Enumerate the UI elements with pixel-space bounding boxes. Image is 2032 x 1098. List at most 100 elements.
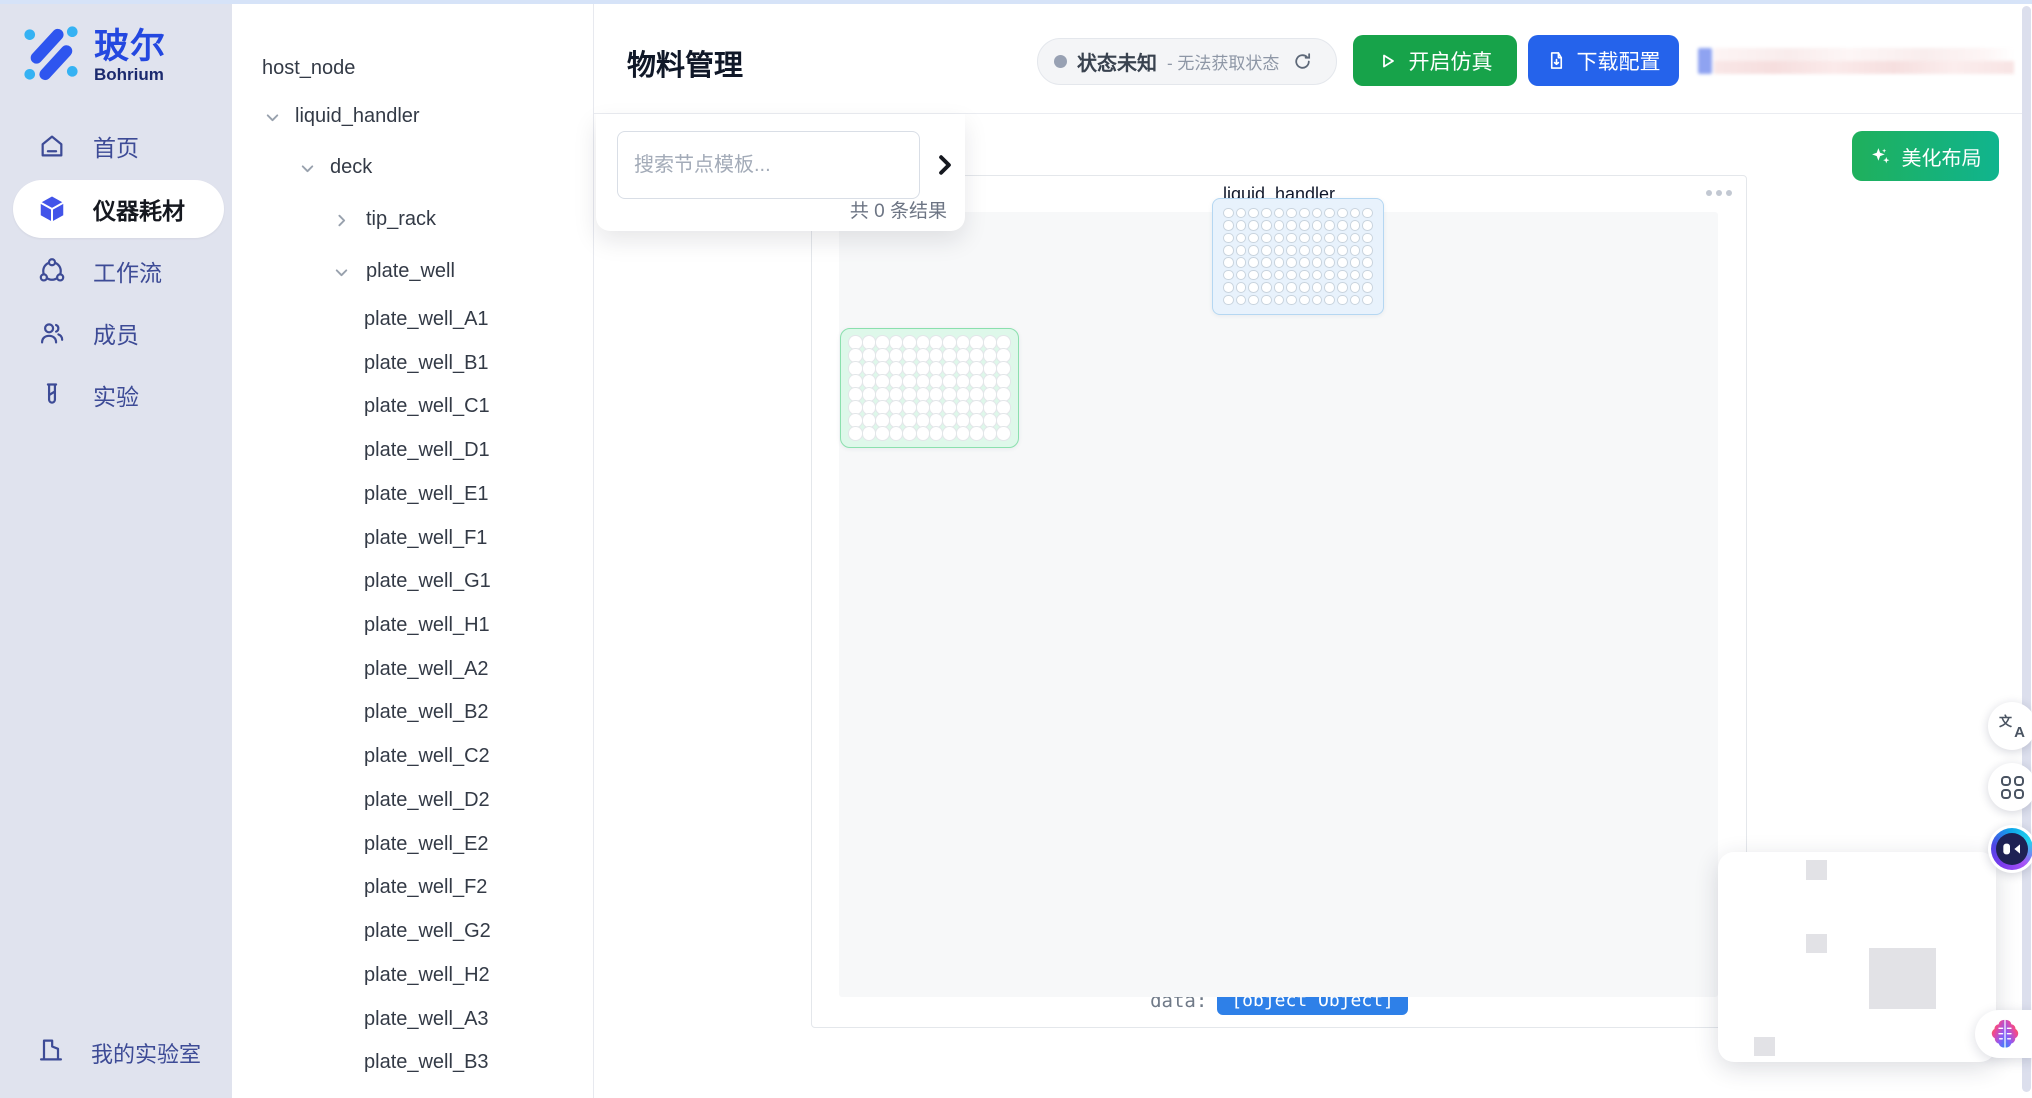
tree-item-plate_well_F2[interactable]: plate_well_F2 (232, 866, 593, 910)
tree-item-plate_well_E1[interactable]: plate_well_E1 (232, 473, 593, 517)
well (1337, 220, 1348, 231)
well (1312, 270, 1323, 281)
well (917, 336, 930, 349)
well (903, 375, 916, 388)
well (1324, 295, 1335, 306)
sidebar-item-workflow[interactable]: 工作流 (13, 242, 224, 300)
tree-item-label: tip_rack (366, 208, 436, 231)
sidebar-item-experiments[interactable]: 实验 (13, 366, 224, 424)
sidebar-item-members[interactable]: 成员 (13, 304, 224, 362)
well-plate-green[interactable] (840, 328, 1019, 448)
well (903, 362, 916, 375)
well (957, 375, 970, 388)
well (1248, 233, 1259, 244)
ai-brain-button[interactable] (1975, 1010, 2032, 1058)
start-simulation-label: 开启仿真 (1409, 46, 1493, 76)
well (1236, 220, 1247, 231)
vertical-scrollbar[interactable] (2022, 6, 2031, 1092)
tree-item-plate_well_A2[interactable]: plate_well_A2 (232, 648, 593, 692)
well (863, 388, 876, 401)
beautify-layout-button[interactable]: 美化布局 (1852, 131, 1999, 181)
well (970, 336, 983, 349)
well (1312, 220, 1323, 231)
tree-item-plate_well_B3[interactable]: plate_well_B3 (232, 1041, 593, 1085)
sparkles-icon (1870, 146, 1891, 167)
well (1350, 295, 1361, 306)
well (1248, 282, 1259, 293)
refresh-icon[interactable] (1293, 52, 1312, 71)
well (863, 362, 876, 375)
tree-item-label: plate_well_D1 (364, 439, 490, 462)
well (997, 375, 1010, 388)
tree-item-plate_well_B2[interactable]: plate_well_B2 (232, 691, 593, 735)
well (863, 401, 876, 414)
tree-item-label: plate_well_E1 (364, 483, 489, 506)
well (876, 427, 889, 440)
tree-item-tip_rack[interactable]: tip_rack (232, 198, 593, 242)
sidebar-item-instruments[interactable]: 仪器耗材 (13, 180, 224, 238)
start-simulation-button[interactable]: 开启仿真 (1353, 35, 1517, 86)
tree-item-plate_well_D1[interactable]: plate_well_D1 (232, 429, 593, 473)
chevron-right-icon[interactable] (928, 148, 962, 182)
well (1261, 245, 1272, 256)
tree-item-liquid_handler[interactable]: liquid_handler (232, 95, 593, 139)
apps-button[interactable] (1988, 763, 2032, 811)
main-content: 物料管理 状态未知 - 无法获取状态 开启仿真 (594, 0, 2032, 1098)
well (1286, 295, 1297, 306)
well (997, 388, 1010, 401)
well (863, 349, 876, 362)
well (1324, 282, 1335, 293)
download-config-button[interactable]: 下载配置 (1528, 35, 1679, 86)
node-tree: host_nodeliquid_handlerdeck tip_rackplate… (232, 0, 594, 1098)
well (943, 414, 956, 427)
well-plate-blue[interactable] (1212, 198, 1384, 315)
well (1337, 295, 1348, 306)
node-more-menu-icon[interactable] (1702, 186, 1736, 200)
search-input[interactable] (617, 131, 920, 199)
well (1223, 257, 1234, 268)
minimap-node (1806, 860, 1827, 880)
chevron-down-icon[interactable] (299, 160, 316, 177)
tree-item-plate_well_G1[interactable]: plate_well_G1 (232, 560, 593, 604)
tree-item-deck[interactable]: deck (232, 146, 593, 190)
well (930, 401, 943, 414)
well (1350, 208, 1361, 219)
well (1312, 233, 1323, 244)
well (957, 336, 970, 349)
tree-item-plate_well_G2[interactable]: plate_well_G2 (232, 910, 593, 954)
well (1248, 295, 1259, 306)
tree-item-host_node[interactable]: host_node (232, 47, 593, 91)
tree-item-plate_well_D2[interactable]: plate_well_D2 (232, 779, 593, 823)
tree-item-plate_well_B1[interactable]: plate_well_B1 (232, 342, 593, 386)
minimap[interactable] (1718, 852, 1996, 1062)
assistant-robot-button[interactable] (1988, 825, 2032, 873)
well (984, 336, 997, 349)
tree-item-plate_well_E2[interactable]: plate_well_E2 (232, 823, 593, 867)
search-panel: 共 0 条结果 (596, 114, 965, 231)
well (970, 427, 983, 440)
well (890, 362, 903, 375)
brand-logo[interactable]: 玻尔 Bohrium (22, 24, 166, 87)
well (1236, 245, 1247, 256)
chevron-right-icon[interactable] (333, 212, 350, 229)
tree-item-plate_well_C1[interactable]: plate_well_C1 (232, 385, 593, 429)
tree-item-plate_well_C2[interactable]: plate_well_C2 (232, 735, 593, 779)
translate-button[interactable]: 文A (1988, 702, 2032, 750)
chevron-down-icon[interactable] (264, 109, 281, 126)
chevron-down-icon[interactable] (333, 264, 350, 281)
well (1324, 220, 1335, 231)
tree-item-plate_well_A1[interactable]: plate_well_A1 (232, 298, 593, 342)
tree-item-plate_well_A3[interactable]: plate_well_A3 (232, 998, 593, 1042)
sidebar-item-home[interactable]: 首页 (13, 117, 224, 175)
tree-item-label: plate_well_G1 (364, 570, 491, 593)
beautify-layout-label: 美化布局 (1902, 142, 1982, 171)
tree-item-plate_well[interactable]: plate_well (232, 250, 593, 294)
sidebar-item-label: 成员 (93, 316, 139, 350)
tree-item-label: plate_well_F1 (364, 527, 487, 550)
tree-item-label: plate_well_B1 (364, 352, 489, 375)
tree-item-plate_well_F1[interactable]: plate_well_F1 (232, 517, 593, 561)
tree-item-plate_well_H2[interactable]: plate_well_H2 (232, 954, 593, 998)
well (1274, 270, 1285, 281)
tree-item-plate_well_H1[interactable]: plate_well_H1 (232, 604, 593, 648)
sidebar-item-my-lab[interactable]: 我的实验室 (13, 1024, 224, 1082)
